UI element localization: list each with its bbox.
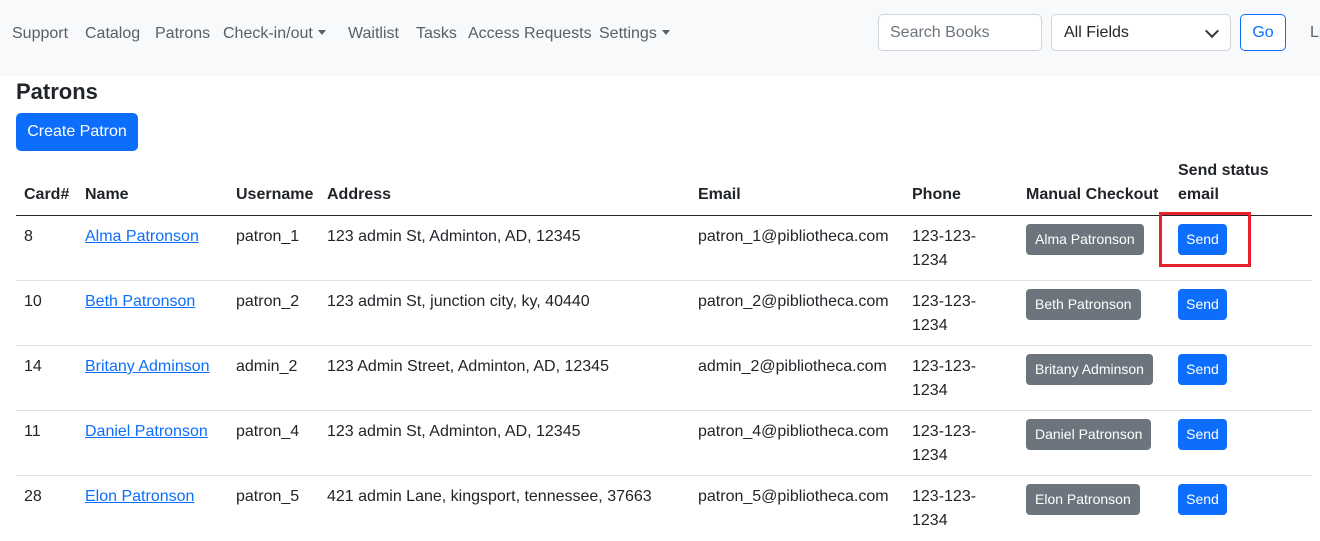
cell-address: 123 admin St, Adminton, AD, 12345 [327, 423, 581, 440]
cell-email: patron_5@pibliotheca.com [698, 488, 889, 505]
create-patron-button[interactable]: Create Patron [16, 113, 138, 151]
patron-name-link[interactable]: Daniel Patronson [85, 420, 208, 444]
cell-email: patron_2@pibliotheca.com [698, 293, 889, 310]
cell-address: 123 admin St, junction city, ky, 40440 [327, 293, 590, 310]
nav-tasks[interactable]: Tasks [416, 24, 457, 44]
nav-truncated-item[interactable]: Li [1310, 24, 1320, 42]
header-address: Address [327, 186, 392, 203]
manual-checkout-button[interactable]: Alma Patronson [1026, 224, 1144, 255]
nav-check-in-out-label: Check-in/out [223, 25, 313, 42]
header-send-status-line1: Send status [1178, 162, 1269, 179]
caret-down-icon [661, 30, 670, 35]
cell-phone: 123-123-1234 [912, 293, 977, 334]
cell-username: patron_4 [236, 423, 300, 440]
nav-check-in-out[interactable]: Check-in/out [223, 24, 326, 44]
search-field-select[interactable]: All Fields [1051, 14, 1231, 51]
cell-username: patron_5 [236, 488, 300, 505]
send-status-email-button[interactable]: Send [1178, 419, 1227, 450]
manual-checkout-button[interactable]: Daniel Patronson [1026, 419, 1152, 450]
patron-name-link[interactable]: Beth Patronson [85, 290, 195, 314]
nav-waitlist-label: Waitlist [348, 25, 399, 42]
nav-catalog-label: Catalog [85, 25, 141, 42]
cell-phone: 123-123-1234 [912, 488, 977, 529]
manual-checkout-button[interactable]: Beth Patronson [1026, 289, 1141, 320]
cell-email: admin_2@pibliotheca.com [698, 358, 887, 375]
nav-support-label: Support [12, 25, 69, 42]
chevron-down-icon [1204, 23, 1220, 39]
send-status-email-button[interactable]: Send [1178, 289, 1227, 320]
header-phone: Phone [912, 186, 961, 203]
cell-address: 123 admin St, Adminton, AD, 12345 [327, 228, 581, 245]
patron-name-link[interactable]: Elon Patronson [85, 485, 194, 509]
cell-card: 10 [24, 293, 42, 310]
cell-username: patron_1 [236, 228, 300, 245]
send-status-email-button[interactable]: Send [1178, 484, 1227, 515]
caret-down-icon [317, 30, 326, 35]
cell-email: patron_1@pibliotheca.com [698, 228, 889, 245]
cell-username: patron_2 [236, 293, 300, 310]
header-send-status-line2: email [1178, 186, 1219, 203]
header-email: Email [698, 186, 741, 203]
table-row: 10 Beth Patronson patron_2 123 admin St,… [16, 281, 1312, 346]
nav-catalog[interactable]: Catalog [85, 24, 140, 44]
header-card: Card# [24, 186, 70, 203]
header-username: Username [236, 186, 314, 203]
nav-tasks-label: Tasks [416, 25, 457, 42]
cell-card: 28 [24, 488, 42, 505]
table-row: 8 Alma Patronson patron_1 123 admin St, … [16, 216, 1312, 281]
patron-name-link[interactable]: Britany Adminson [85, 355, 210, 379]
search-field-select-value: All Fields [1064, 24, 1129, 41]
nav-access-requests-label: Access Requests [468, 25, 592, 42]
header-name: Name [85, 186, 129, 203]
cell-phone: 123-123-1234 [912, 228, 977, 269]
cell-phone: 123-123-1234 [912, 358, 977, 399]
search-books-input[interactable] [878, 14, 1042, 51]
page-title: Patrons [16, 79, 98, 104]
highlight-annotation-box [1159, 212, 1251, 267]
go-button[interactable]: Go [1240, 14, 1286, 51]
cell-email: patron_4@pibliotheca.com [698, 423, 889, 440]
cell-card: 14 [24, 358, 42, 375]
navbar: Support Catalog Patrons Check-in/out Wai… [0, 0, 1320, 76]
cell-phone: 123-123-1234 [912, 423, 977, 464]
table-row: 28 Elon Patronson patron_5 421 admin Lan… [16, 476, 1312, 541]
cell-card: 8 [24, 228, 33, 245]
nav-patrons[interactable]: Patrons [155, 24, 210, 44]
cell-card: 11 [24, 423, 41, 440]
cell-username: admin_2 [236, 358, 298, 375]
nav-patrons-label: Patrons [155, 25, 211, 42]
nav-settings[interactable]: Settings [599, 24, 670, 44]
cell-address: 421 admin Lane, kingsport, tennessee, 37… [327, 488, 652, 505]
table-row: 11 Daniel Patronson patron_4 123 admin S… [16, 411, 1312, 476]
nav-support[interactable]: Support [12, 24, 68, 44]
nav-access-requests[interactable]: Access Requests [468, 24, 592, 44]
nav-waitlist[interactable]: Waitlist [348, 24, 399, 44]
patron-name-link[interactable]: Alma Patronson [85, 225, 199, 249]
manual-checkout-button[interactable]: Elon Patronson [1026, 484, 1140, 515]
cell-address: 123 Admin Street, Adminton, AD, 12345 [327, 358, 609, 375]
header-manual-checkout: Manual Checkout [1026, 186, 1159, 203]
table-row: 14 Britany Adminson admin_2 123 Admin St… [16, 346, 1312, 411]
nav-settings-label: Settings [599, 25, 657, 42]
send-status-email-button[interactable]: Send [1178, 354, 1227, 385]
manual-checkout-button[interactable]: Britany Adminson [1026, 354, 1153, 385]
